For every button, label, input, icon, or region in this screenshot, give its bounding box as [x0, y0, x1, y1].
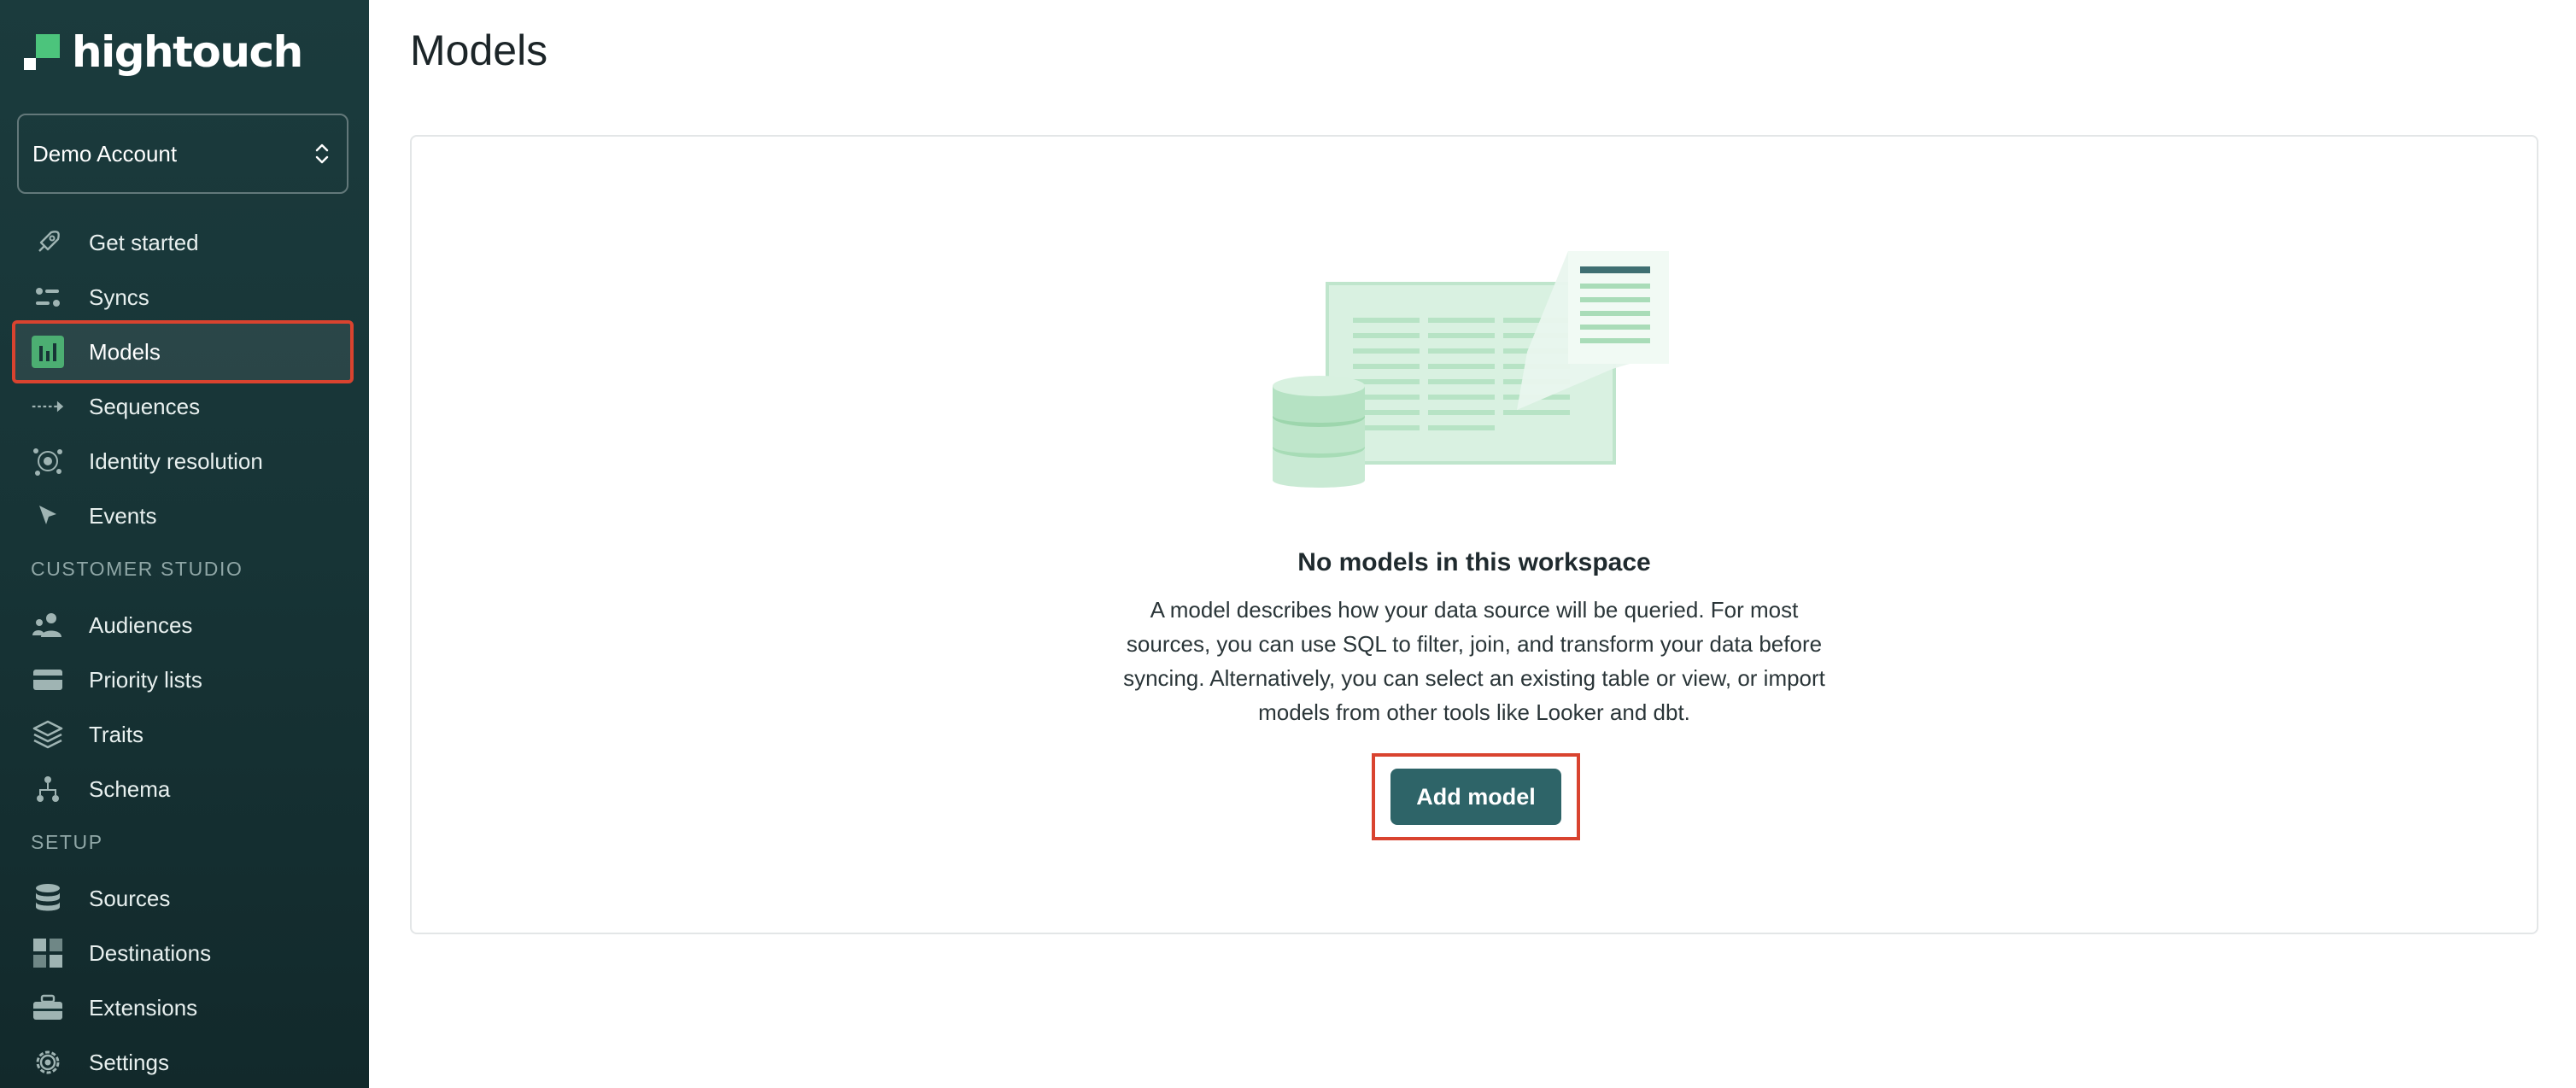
sidebar-item-label: Get started: [89, 229, 199, 255]
sidebar: hightouch Demo Account Get started Syncs: [0, 0, 369, 1088]
page-title: Models: [410, 26, 548, 74]
sidebar-item-syncs[interactable]: Syncs: [14, 270, 352, 325]
bar-chart-icon: [31, 335, 65, 369]
sidebar-item-label: Sources: [89, 885, 171, 911]
models-empty-illustration: [1273, 251, 1669, 488]
hierarchy-icon: [31, 772, 65, 806]
sidebar-item-get-started[interactable]: Get started: [14, 215, 352, 270]
add-model-button-highlight: Add model: [1372, 753, 1580, 840]
empty-state-title: No models in this workspace: [1297, 548, 1651, 576]
sidebar-item-label: Identity resolution: [89, 447, 263, 474]
sidebar-item-label: Destinations: [89, 939, 212, 966]
grid-icon: [31, 936, 65, 970]
database-icon: [31, 881, 65, 915]
section-heading-setup: SETUP: [31, 831, 103, 853]
add-model-button[interactable]: Add model: [1390, 769, 1561, 825]
logo-icon: [24, 34, 60, 70]
sidebar-item-schema[interactable]: Schema: [14, 762, 352, 816]
sidebar-item-label: Audiences: [89, 611, 193, 638]
main-content: Models No models in this workspace A mod…: [369, 0, 2576, 1088]
toolbox-icon: [31, 991, 65, 1025]
sidebar-item-label: Syncs: [89, 284, 149, 310]
chevron-up-down-icon: [315, 143, 329, 164]
brand-logo[interactable]: hightouch: [24, 27, 303, 77]
sidebar-item-events[interactable]: Events: [14, 488, 352, 543]
sidebar-item-label: Traits: [89, 721, 144, 747]
sidebar-item-label: Settings: [89, 1049, 169, 1075]
sidebar-item-priority-lists[interactable]: Priority lists: [14, 652, 352, 707]
account-switcher[interactable]: Demo Account: [17, 114, 348, 194]
sidebar-item-traits[interactable]: Traits: [14, 707, 352, 762]
sidebar-item-destinations[interactable]: Destinations: [14, 926, 352, 980]
sidebar-item-label: Sequences: [89, 393, 201, 419]
brand-name: hightouch: [72, 27, 303, 77]
sidebar-item-sources[interactable]: Sources: [14, 871, 352, 926]
sliders-icon: [31, 280, 65, 314]
section-heading-customer-studio: CUSTOMER STUDIO: [31, 558, 243, 580]
sidebar-item-label: Priority lists: [89, 666, 202, 693]
empty-state-card: No models in this workspace A model desc…: [410, 135, 2538, 934]
sidebar-item-models[interactable]: Models: [12, 320, 354, 383]
sidebar-item-settings[interactable]: Settings: [14, 1035, 352, 1088]
sidebar-item-identity-resolution[interactable]: Identity resolution: [14, 434, 352, 488]
cursor-icon: [31, 499, 65, 533]
identity-graph-icon: [31, 444, 65, 478]
sidebar-item-extensions[interactable]: Extensions: [14, 980, 352, 1035]
empty-state-description: A model describes how your data source w…: [1123, 597, 1825, 725]
account-name: Demo Account: [32, 140, 178, 167]
sidebar-item-audiences[interactable]: Audiences: [14, 598, 352, 652]
sidebar-item-label: Events: [89, 502, 157, 529]
people-icon: [31, 608, 65, 642]
sequence-arrow-icon: [31, 389, 65, 424]
sidebar-item-sequences[interactable]: Sequences: [14, 379, 352, 434]
gear-icon: [31, 1045, 65, 1079]
list-card-icon: [31, 663, 65, 697]
rocket-icon: [31, 225, 65, 260]
sidebar-item-label: Models: [89, 338, 161, 365]
sidebar-item-label: Schema: [89, 775, 171, 802]
layers-icon: [31, 717, 65, 752]
sidebar-item-label: Extensions: [89, 994, 198, 1021]
